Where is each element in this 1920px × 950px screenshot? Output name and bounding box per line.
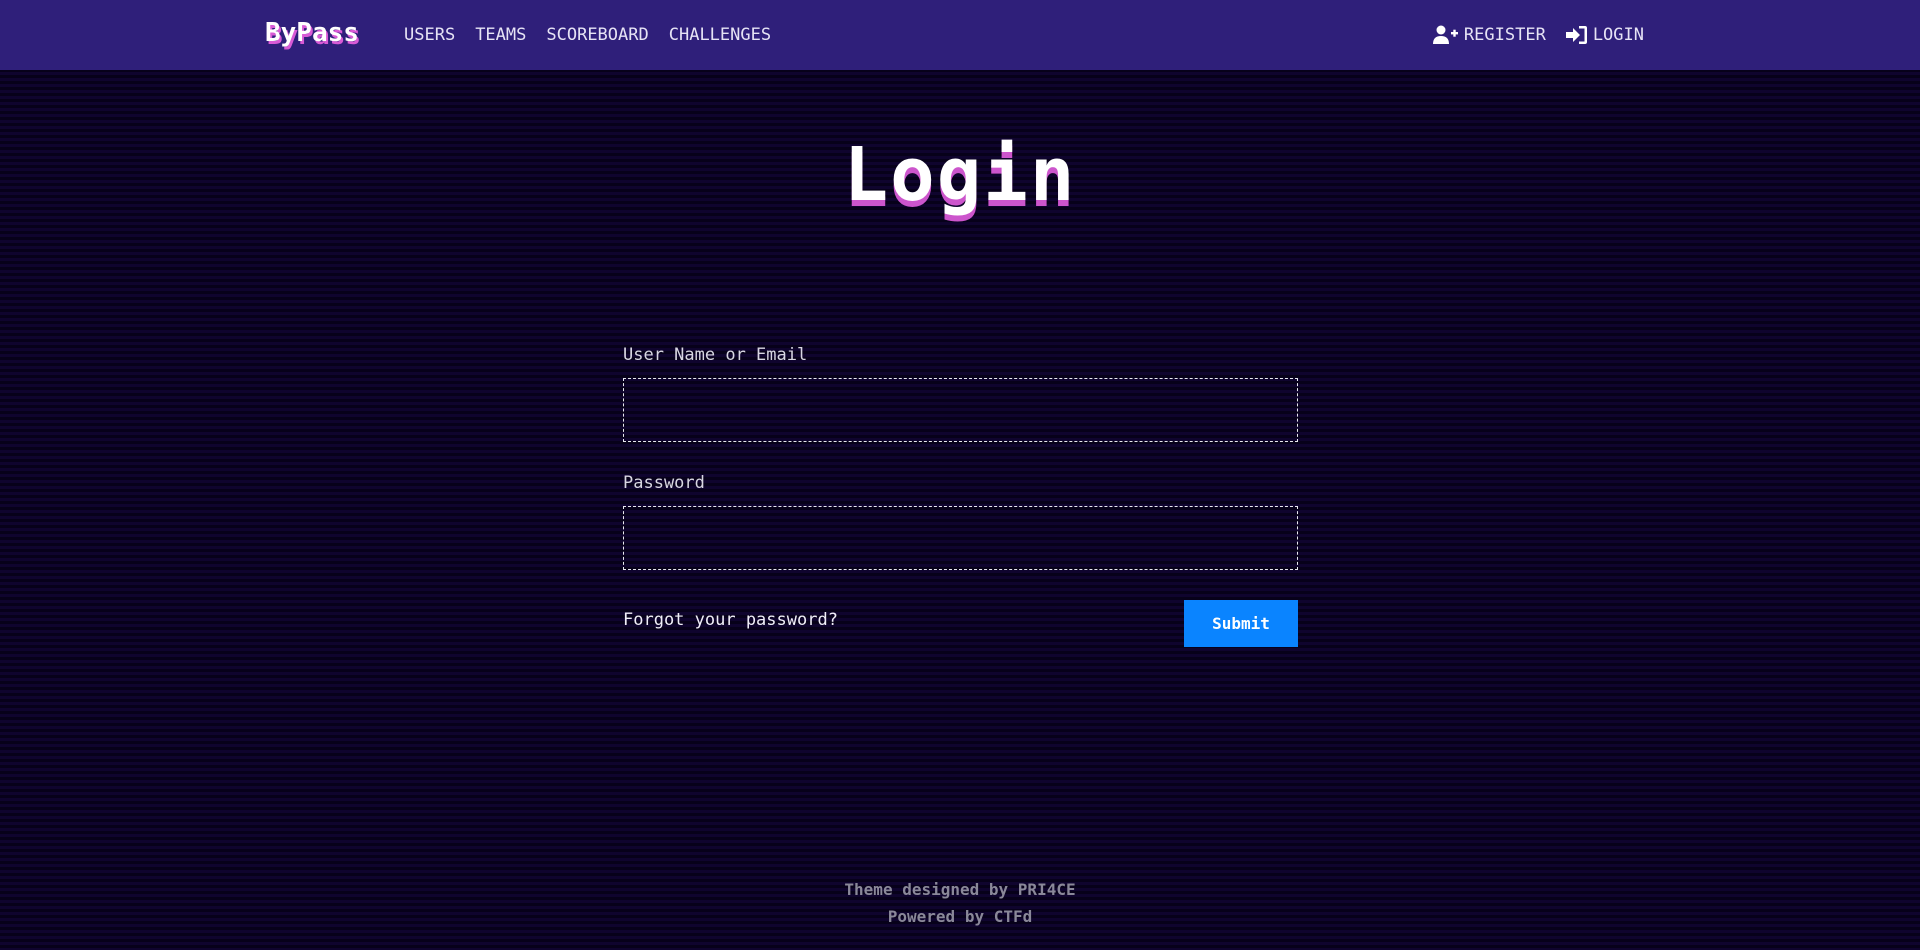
nav-link-login[interactable]: LOGIN	[1565, 24, 1644, 46]
form-footer: Forgot your password? Submit	[623, 600, 1298, 648]
password-input[interactable]	[623, 506, 1298, 570]
submit-button[interactable]: Submit	[1184, 600, 1298, 647]
page-title: Login	[843, 132, 1077, 218]
user-plus-icon	[1432, 25, 1458, 44]
nav-right: REGISTER LOGIN	[1432, 24, 1644, 46]
password-label: Password	[623, 473, 705, 493]
sign-in-icon	[1565, 26, 1587, 44]
brand-logo[interactable]: ByPass	[265, 18, 359, 48]
nav-link-users[interactable]: USERS	[404, 24, 455, 46]
forgot-password-link[interactable]: Forgot your password?	[623, 610, 838, 630]
footer: Theme designed by PRI4CE Powered by CTFd	[0, 876, 1920, 930]
theme-credit-link[interactable]: Theme designed by PRI4CE	[0, 876, 1920, 903]
nav-left: USERS TEAMS SCOREBOARD CHALLENGES	[404, 24, 771, 46]
password-group: Password	[623, 472, 1298, 570]
register-label: REGISTER	[1463, 25, 1546, 45]
username-input[interactable]	[623, 378, 1298, 442]
nav-link-register[interactable]: REGISTER	[1432, 24, 1546, 46]
login-form: User Name or Email Password Forgot your …	[623, 344, 1298, 648]
nav-link-challenges[interactable]: CHALLENGES	[669, 24, 771, 46]
nav-link-scoreboard[interactable]: SCOREBOARD	[546, 24, 648, 46]
nav-link-teams[interactable]: TEAMS	[475, 24, 526, 46]
username-group: User Name or Email	[623, 344, 1298, 442]
username-label: User Name or Email	[623, 345, 808, 365]
navbar: ByPass USERS TEAMS SCOREBOARD CHALLENGES…	[0, 0, 1920, 70]
login-label: LOGIN	[1592, 25, 1644, 45]
powered-by-link[interactable]: Powered by CTFd	[0, 903, 1920, 930]
